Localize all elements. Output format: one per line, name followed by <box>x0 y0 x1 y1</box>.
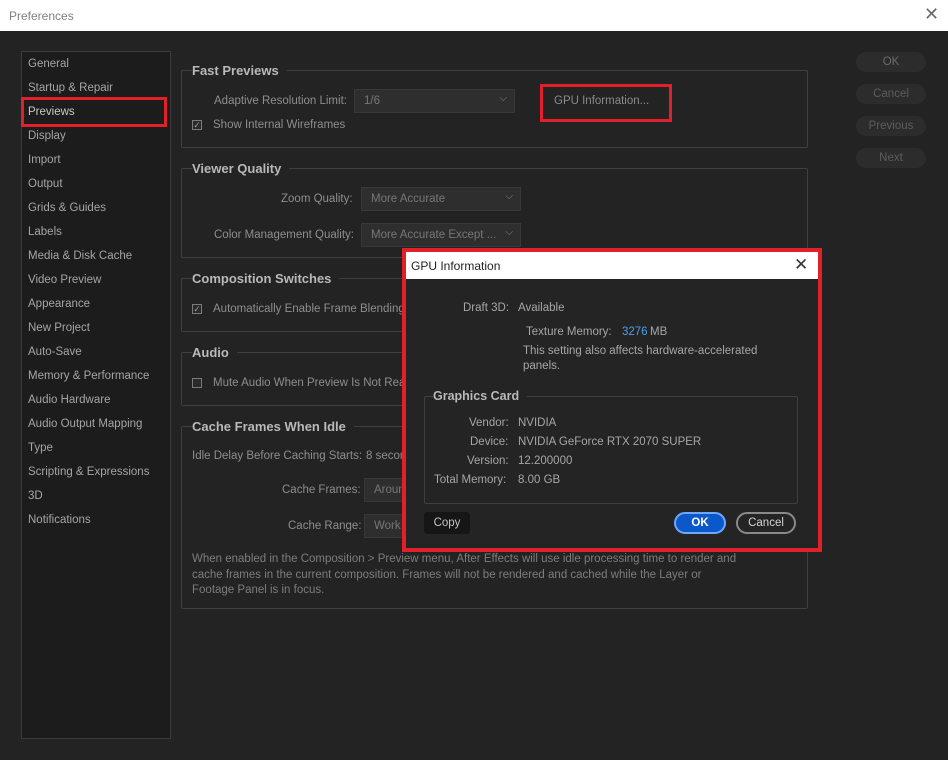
copy-button[interactable]: Copy <box>424 512 470 534</box>
audio-title: Audio <box>192 345 237 360</box>
version-value: 12.200000 <box>518 455 573 467</box>
zoom-quality-value: More Accurate <box>371 193 446 205</box>
vendor-value: NVIDIA <box>518 417 557 429</box>
sidebar-item-new-project[interactable]: New Project <box>28 322 90 334</box>
gpu-dialog-titlebar: GPU Information ✕ <box>406 252 818 279</box>
total-memory-value: 8.00 GB <box>518 474 561 486</box>
chevron-down-icon: ⌵ <box>505 191 513 202</box>
texture-memory-value[interactable]: 3276 <box>622 326 648 338</box>
idle-delay-value[interactable]: 8 secon <box>366 450 406 462</box>
graphics-card-group <box>424 396 798 504</box>
sidebar-item-3d[interactable]: 3D <box>28 490 43 502</box>
sidebar-item-grids-guides[interactable]: Grids & Guides <box>28 202 106 214</box>
chevron-down-icon: ⌵ <box>505 227 513 238</box>
chevron-down-icon: ⌵ <box>499 93 507 104</box>
window-title: Preferences <box>9 9 74 23</box>
color-management-label: Color Management Quality: <box>214 229 354 241</box>
gpu-cancel-button[interactable]: Cancel <box>736 512 796 534</box>
cache-frames-dropdown[interactable]: Aroun <box>364 478 404 502</box>
viewer-quality-title: Viewer Quality <box>192 161 290 176</box>
draft3d-value: Available <box>518 302 565 314</box>
texture-memory-unit: MB <box>650 326 668 338</box>
device-value: NVIDIA GeForce RTX 2070 SUPER <box>518 436 702 448</box>
cache-frames-value: Aroun <box>374 484 404 496</box>
cache-range-dropdown[interactable]: Work <box>364 514 404 538</box>
gpu-ok-button[interactable]: OK <box>674 512 726 534</box>
ok-button[interactable]: OK <box>856 52 926 72</box>
close-icon[interactable]: ✕ <box>924 4 939 25</box>
gpu-dialog-title: GPU Information <box>411 259 501 273</box>
graphics-card-title: Graphics Card <box>433 389 528 403</box>
show-wireframes-checkbox[interactable]: ✓ <box>192 120 202 130</box>
zoom-quality-dropdown[interactable]: More Accurate ⌵ <box>361 187 521 211</box>
sidebar-item-video-preview[interactable]: Video Preview <box>28 274 101 286</box>
previous-button[interactable]: Previous <box>856 116 926 136</box>
window-titlebar: Preferences ✕ <box>0 0 948 31</box>
idle-delay-label: Idle Delay Before Caching Starts: <box>192 450 363 462</box>
show-wireframes-label: Show Internal Wireframes <box>213 119 346 131</box>
composition-switches-title: Composition Switches <box>192 271 340 286</box>
sidebar-item-audio-output-mapping[interactable]: Audio Output Mapping <box>28 418 142 430</box>
adaptive-resolution-dropdown[interactable]: 1/6 ⌵ <box>354 89 515 113</box>
cache-frames-description: When enabled in the Composition > Previe… <box>192 553 737 596</box>
total-memory-label: Total Memory: <box>434 474 507 486</box>
sidebar-item-media-disk-cache[interactable]: Media & Disk Cache <box>28 250 132 262</box>
texture-memory-label: Texture Memory: <box>526 326 612 338</box>
preferences-sidebar: General Startup & Repair Previews Displa… <box>21 51 171 739</box>
previews-highlight-box <box>21 97 167 127</box>
color-management-dropdown[interactable]: More Accurate Except ... ⌵ <box>361 223 521 247</box>
device-label: Device: <box>470 436 509 448</box>
gpu-button-highlight-box <box>540 84 672 122</box>
version-label: Version: <box>467 455 509 467</box>
sidebar-item-audio-hardware[interactable]: Audio Hardware <box>28 394 110 406</box>
texture-memory-note: This setting also affects hardware-accel… <box>523 345 758 372</box>
zoom-quality-label: Zoom Quality: <box>281 193 353 205</box>
sidebar-item-memory-performance[interactable]: Memory & Performance <box>28 370 149 382</box>
sidebar-item-notifications[interactable]: Notifications <box>28 514 91 526</box>
cancel-button[interactable]: Cancel <box>856 84 926 104</box>
cache-range-label: Cache Range: <box>288 520 362 532</box>
sidebar-item-import[interactable]: Import <box>28 154 61 166</box>
next-button[interactable]: Next <box>856 148 926 168</box>
sidebar-item-general[interactable]: General <box>28 58 69 70</box>
sidebar-item-appearance[interactable]: Appearance <box>28 298 90 310</box>
frame-blending-label: Automatically Enable Frame Blending <box>213 303 405 315</box>
cache-range-value: Work <box>374 520 401 532</box>
mute-audio-label: Mute Audio When Preview Is Not Real <box>213 377 408 389</box>
color-management-value: More Accurate Except ... <box>371 229 497 241</box>
cache-frames-label: Cache Frames: <box>282 484 361 496</box>
adaptive-resolution-value: 1/6 <box>364 95 380 107</box>
fast-previews-title: Fast Previews <box>192 63 287 78</box>
sidebar-item-scripting-expressions[interactable]: Scripting & Expressions <box>28 466 149 478</box>
sidebar-item-labels[interactable]: Labels <box>28 226 62 238</box>
draft3d-label: Draft 3D: <box>463 302 510 314</box>
sidebar-item-type[interactable]: Type <box>28 442 53 454</box>
gpu-information-dialog: GPU Information ✕ Draft 3D: Available Te… <box>402 248 822 552</box>
sidebar-item-display[interactable]: Display <box>28 130 66 142</box>
mute-audio-checkbox[interactable] <box>192 378 202 388</box>
frame-blending-checkbox[interactable]: ✓ <box>192 304 202 314</box>
gpu-dialog-body: GPU Information ✕ Draft 3D: Available Te… <box>406 252 818 548</box>
adaptive-resolution-label: Adaptive Resolution Limit: <box>214 95 347 107</box>
vendor-label: Vendor: <box>469 417 509 429</box>
sidebar-item-auto-save[interactable]: Auto-Save <box>28 346 82 358</box>
sidebar-item-output[interactable]: Output <box>28 178 63 190</box>
cache-frames-title: Cache Frames When Idle <box>192 419 354 434</box>
close-icon[interactable]: ✕ <box>794 255 808 275</box>
sidebar-item-startup-repair[interactable]: Startup & Repair <box>28 82 113 94</box>
